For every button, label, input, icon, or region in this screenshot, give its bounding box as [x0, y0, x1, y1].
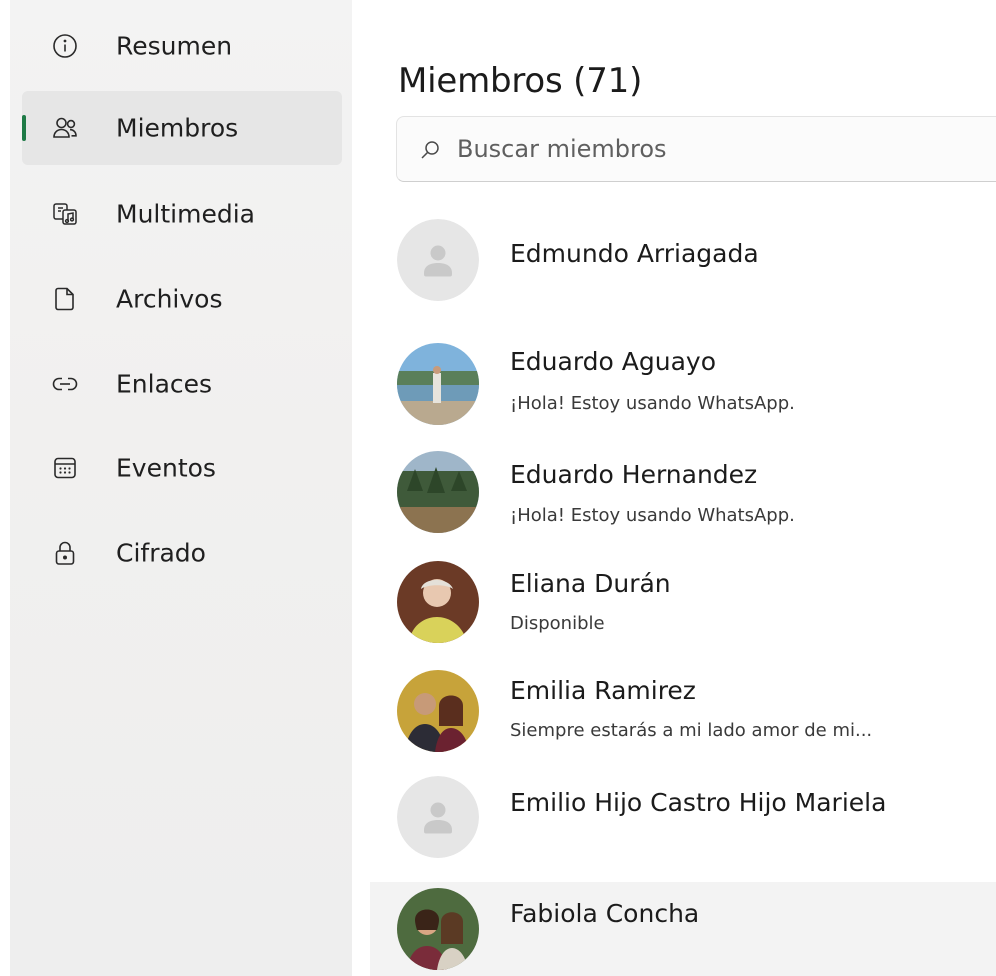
page-title: Miembros (71)	[398, 60, 643, 101]
member-name: Edmundo Arriagada	[510, 239, 759, 268]
member-status: Siempre estarás a mi lado amor de mi...	[510, 720, 873, 741]
sidebar-item-archivos[interactable]: Archivos	[22, 262, 342, 336]
member-status: ¡Hola! Estoy usando WhatsApp.	[510, 505, 795, 526]
sidebar: Resumen Miembros Multimedia Archivos Enl…	[10, 0, 353, 976]
link-icon	[52, 371, 78, 397]
sidebar-item-miembros[interactable]: Miembros	[22, 91, 342, 165]
sidebar-item-multimedia[interactable]: Multimedia	[22, 177, 342, 251]
photo-avatar	[397, 670, 479, 752]
window-edge	[0, 0, 10, 976]
list-item[interactable]: Emilia Ramirez Siempre estarás a mi lado…	[370, 664, 996, 758]
list-item[interactable]: Edmundo Arriagada	[370, 213, 996, 307]
member-name: Emilio Hijo Castro Hijo Mariela	[510, 788, 887, 817]
media-icon	[52, 201, 78, 227]
search-input[interactable]	[457, 117, 996, 181]
active-indicator	[22, 115, 26, 141]
sidebar-item-enlaces[interactable]: Enlaces	[22, 347, 342, 421]
list-item[interactable]: Fabiola Concha	[370, 882, 996, 976]
photo-avatar	[397, 343, 479, 425]
list-item[interactable]: Emilio Hijo Castro Hijo Mariela	[370, 770, 996, 864]
list-item[interactable]: Eliana Durán Disponible	[370, 555, 996, 649]
default-avatar	[397, 776, 479, 858]
member-name: Eduardo Hernandez	[510, 460, 758, 489]
sidebar-item-label: Multimedia	[116, 199, 255, 229]
search-icon	[419, 139, 441, 161]
photo-avatar	[397, 451, 479, 533]
default-avatar	[397, 219, 479, 301]
member-name: Emilia Ramirez	[510, 676, 696, 705]
info-icon	[52, 33, 78, 59]
sidebar-item-label: Eventos	[116, 453, 216, 483]
calendar-icon	[52, 455, 78, 481]
sidebar-item-label: Archivos	[116, 284, 223, 314]
sidebar-item-resumen[interactable]: Resumen	[22, 9, 342, 83]
members-panel: Miembros (71) Edmundo Arriagada Eduardo …	[352, 0, 996, 976]
sidebar-item-label: Cifrado	[116, 538, 206, 568]
list-item[interactable]: Eduardo Hernandez ¡Hola! Estoy usando Wh…	[370, 445, 996, 539]
member-status: ¡Hola! Estoy usando WhatsApp.	[510, 393, 795, 414]
search-box[interactable]	[396, 116, 996, 182]
list-item[interactable]: Eduardo Aguayo ¡Hola! Estoy usando Whats…	[370, 337, 996, 431]
file-icon	[52, 286, 78, 312]
photo-avatar	[397, 561, 479, 643]
sidebar-item-cifrado[interactable]: Cifrado	[22, 516, 342, 590]
member-name: Eliana Durán	[510, 569, 671, 598]
people-icon	[52, 115, 78, 141]
photo-avatar	[397, 888, 479, 970]
sidebar-item-label: Miembros	[116, 113, 239, 143]
member-status: Disponible	[510, 613, 605, 634]
lock-icon	[52, 540, 78, 566]
sidebar-item-eventos[interactable]: Eventos	[22, 431, 342, 505]
sidebar-item-label: Enlaces	[116, 369, 213, 399]
sidebar-item-label: Resumen	[116, 31, 233, 61]
member-name: Eduardo Aguayo	[510, 347, 717, 376]
member-name: Fabiola Concha	[510, 899, 700, 928]
